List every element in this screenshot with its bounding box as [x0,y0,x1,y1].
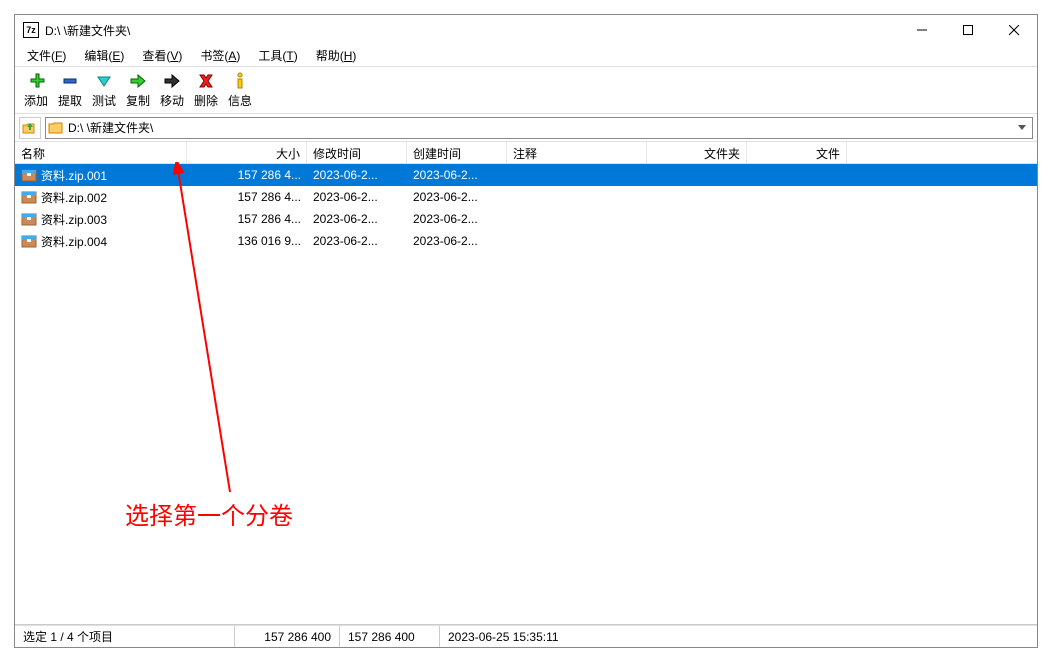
file-name: 资料.zip.003 [41,211,107,228]
toolbar-delete-label: 删除 [194,92,218,109]
menu-file[interactable]: 文件(F) [19,45,74,66]
column-header-created[interactable]: 创建时间 [407,142,507,163]
file-size: 157 286 4... [187,210,307,228]
toolbar-extract-label: 提取 [58,92,82,109]
file-created: 2023-06-2... [407,210,507,228]
file-comment [507,239,647,243]
status-datetime: 2023-06-25 15:35:11 [440,626,567,647]
file-files [747,217,847,221]
file-row[interactable]: 资料.zip.001157 286 4...2023-06-2...2023-0… [15,164,1037,186]
close-button[interactable] [991,15,1037,45]
statusbar: 选定 1 / 4 个项目 157 286 400 157 286 400 202… [15,625,1037,647]
file-modified: 2023-06-2... [307,188,407,206]
menubar: 文件(F) 编辑(E) 查看(V) 书签(A) 工具(T) 帮助(H) [15,45,1037,67]
file-comment [507,195,647,199]
toolbar-extract-button[interactable]: 提取 [53,69,87,111]
toolbar-delete-button[interactable]: 删除 [189,69,223,111]
file-modified: 2023-06-2... [307,232,407,250]
annotation-text: 选择第一个分卷 [125,496,293,531]
toolbar: 添加 提取 测试 复制 移动 删除 信息 [15,67,1037,114]
file-files [747,173,847,177]
status-size2: 157 286 400 [340,626,440,647]
x-icon [194,71,218,91]
file-created: 2023-06-2... [407,188,507,206]
file-row[interactable]: 资料.zip.004136 016 9...2023-06-2...2023-0… [15,230,1037,252]
status-size1: 157 286 400 [235,626,340,647]
toolbar-move-label: 移动 [160,92,184,109]
column-header-name[interactable]: 名称 [15,142,187,163]
right-arrow-icon [126,71,150,91]
toolbar-copy-label: 复制 [126,92,150,109]
file-row[interactable]: 资料.zip.003157 286 4...2023-06-2...2023-0… [15,208,1037,230]
toolbar-add-label: 添加 [24,92,48,109]
toolbar-move-button[interactable]: 移动 [155,69,189,111]
minimize-button[interactable] [899,15,945,45]
column-header-modified[interactable]: 修改时间 [307,142,407,163]
toolbar-info-label: 信息 [228,92,252,109]
column-header-comment[interactable]: 注释 [507,142,647,163]
toolbar-test-label: 测试 [92,92,116,109]
file-folders [647,239,747,243]
file-size: 157 286 4... [187,166,307,184]
window-controls [899,15,1037,45]
right-arrow-dark-icon [160,71,184,91]
up-folder-icon [22,121,38,135]
file-area: 名称 大小 修改时间 创建时间 注释 文件夹 文件 资料.zip.001 157 … [15,142,1037,625]
menu-edit[interactable]: 编辑(E) [76,45,132,66]
titlebar: 7z D:\ \新建文件夹\ [15,15,1037,45]
archive-icon [21,234,37,248]
column-header-files[interactable]: 文件 [747,142,847,163]
archive-icon [21,190,37,204]
file-files [747,239,847,243]
file-folders [647,217,747,221]
file-list-header: 名称 大小 修改时间 创建时间 注释 文件夹 文件 [15,142,1037,164]
maximize-button[interactable] [945,15,991,45]
file-files [747,195,847,199]
info-icon [228,71,252,91]
file-folders [647,173,747,177]
plus-icon [24,71,48,91]
path-dropdown-button[interactable] [1014,118,1030,138]
minus-icon [58,71,82,91]
toolbar-test-button[interactable]: 测试 [87,69,121,111]
archive-icon [21,168,37,182]
down-arrow-icon [92,71,116,91]
folder-icon [48,121,64,135]
menu-tools[interactable]: 工具(T) [250,45,305,66]
column-header-folders[interactable]: 文件夹 [647,142,747,163]
file-list[interactable]: 资料.zip.001157 286 4...2023-06-2...2023-0… [15,164,1037,624]
file-name: 资料.zip.001 [41,167,107,184]
toolbar-copy-button[interactable]: 复制 [121,69,155,111]
window-title: D:\ \新建文件夹\ [45,22,899,39]
file-row[interactable]: 资料.zip.002157 286 4...2023-06-2...2023-0… [15,186,1037,208]
file-comment [507,173,647,177]
toolbar-info-button[interactable]: 信息 [223,69,257,111]
file-modified: 2023-06-2... [307,166,407,184]
pathbar: D:\ \新建文件夹\ [15,114,1037,142]
menu-bookmarks[interactable]: 书签(A) [192,45,248,66]
menu-view[interactable]: 查看(V) [134,45,190,66]
file-folders [647,195,747,199]
chevron-down-icon [1018,125,1026,130]
file-name: 资料.zip.004 [41,233,107,250]
path-input[interactable]: D:\ \新建文件夹\ [45,117,1033,139]
path-text: D:\ \新建文件夹\ [68,119,1014,136]
archive-icon [21,212,37,226]
file-size: 157 286 4... [187,188,307,206]
file-name: 资料.zip.002 [41,189,107,206]
app-icon: 7z [23,22,39,38]
menu-help[interactable]: 帮助(H) [308,45,365,66]
column-header-size[interactable]: 大小 [187,142,307,163]
file-created: 2023-06-2... [407,232,507,250]
status-selection: 选定 1 / 4 个项目 [15,626,235,647]
file-modified: 2023-06-2... [307,210,407,228]
file-created: 2023-06-2... [407,166,507,184]
file-size: 136 016 9... [187,232,307,250]
file-comment [507,217,647,221]
up-button[interactable] [19,117,41,139]
toolbar-add-button[interactable]: 添加 [19,69,53,111]
